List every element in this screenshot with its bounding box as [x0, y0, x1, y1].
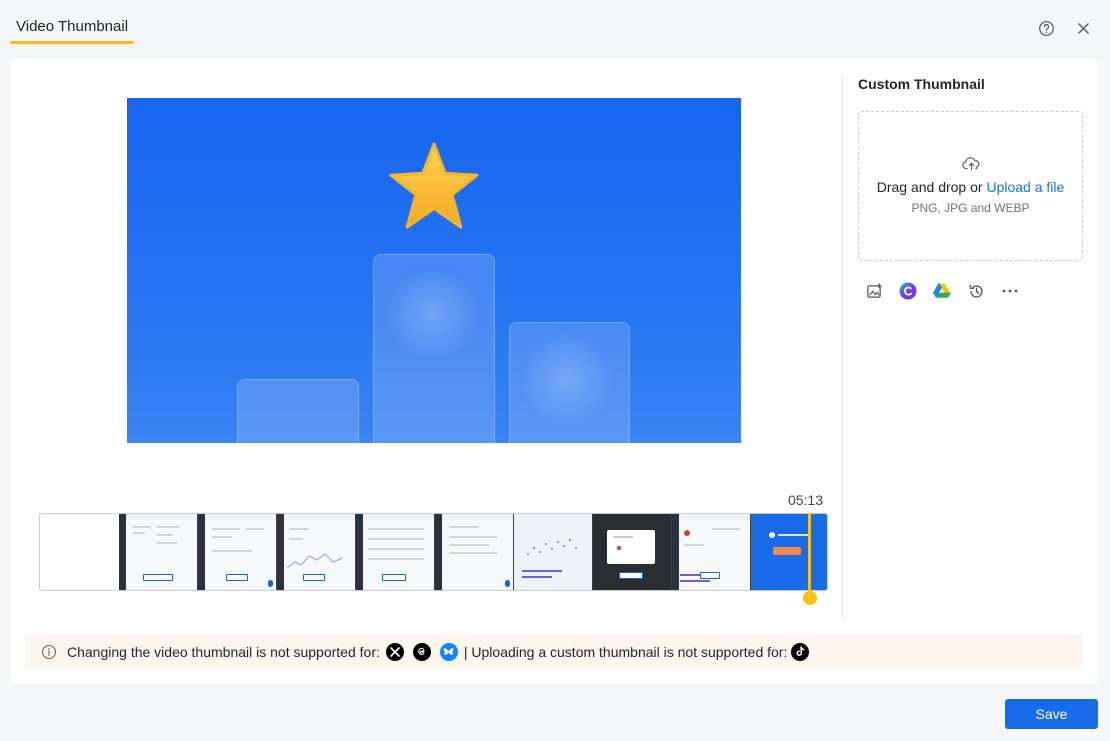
star-icon	[389, 142, 479, 229]
filmstrip-frame[interactable]	[751, 514, 827, 590]
filmstrip-frame[interactable]	[119, 514, 198, 590]
question-circle-icon[interactable]	[1036, 18, 1056, 38]
tab-label: Video Thumbnail	[16, 18, 129, 35]
tab-active-indicator	[10, 41, 135, 44]
podium-glow	[385, 266, 480, 361]
upload-file-link[interactable]: Upload a file	[986, 179, 1064, 195]
tiktok-icon	[791, 642, 810, 661]
thumbnail-editor-panel: 05:13 Custom Thumbnail Drag and drop or …	[10, 59, 1098, 684]
panel-divider	[842, 74, 843, 619]
dropzone-text: Drag and drop or Upload a file	[859, 179, 1082, 195]
notice-change-text: Changing the video thumbnail is not supp…	[67, 643, 380, 660]
filmstrip-frame[interactable]	[593, 514, 672, 590]
history-icon[interactable]	[966, 281, 986, 301]
save-button[interactable]: Save	[1005, 699, 1098, 729]
image-add-icon[interactable]	[864, 281, 884, 301]
upload-dropzone[interactable]: Drag and drop or Upload a file PNG, JPG …	[858, 111, 1083, 261]
close-icon[interactable]	[1073, 18, 1093, 38]
bluesky-icon	[439, 642, 458, 661]
canva-icon[interactable]	[898, 281, 918, 301]
scrubber-line	[808, 513, 811, 593]
podium-left	[237, 379, 359, 443]
podium-glow	[519, 332, 614, 427]
video-duration: 05:13	[787, 492, 823, 508]
filmstrip-frame[interactable]	[277, 514, 356, 590]
scrubber-handle[interactable]	[803, 591, 817, 605]
custom-thumbnail-title: Custom Thumbnail	[858, 76, 985, 92]
platform-support-notice: Changing the video thumbnail is not supp…	[25, 634, 1083, 669]
x-icon	[385, 642, 404, 661]
tab-video-thumbnail[interactable]: Video Thumbnail	[10, 18, 135, 44]
video-filmstrip[interactable]	[39, 513, 828, 591]
filmstrip-frame[interactable]	[198, 514, 277, 590]
filmstrip-frame[interactable]	[435, 514, 514, 590]
drop-instruction: Drag and drop or	[876, 179, 983, 195]
cloud-upload-icon	[962, 157, 980, 171]
threads-icon	[412, 642, 431, 661]
notice-upload-text: | Uploading a custom thumbnail is not su…	[463, 643, 788, 660]
info-icon	[41, 644, 57, 659]
filmstrip-frame[interactable]	[40, 514, 119, 590]
video-preview	[127, 98, 741, 443]
filmstrip-frame[interactable]	[672, 514, 751, 590]
thumbnail-source-toolbar	[864, 281, 1020, 301]
accepted-formats: PNG, JPG and WEBP	[911, 201, 1030, 215]
filmstrip-frame[interactable]	[514, 514, 593, 590]
more-icon[interactable]	[1000, 281, 1020, 301]
filmstrip-frame[interactable]	[356, 514, 435, 590]
google-drive-icon[interactable]	[932, 281, 952, 301]
